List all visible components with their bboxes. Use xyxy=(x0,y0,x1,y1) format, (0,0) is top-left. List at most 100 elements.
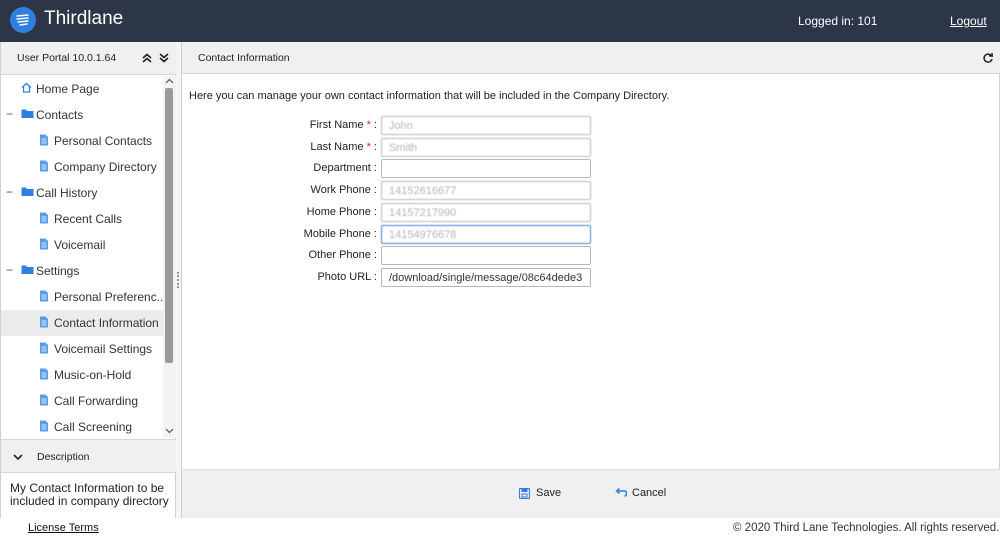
work-phone-label-text: Work Phone xyxy=(310,184,371,196)
department-label-text: Department xyxy=(313,162,371,174)
content-panel: Contact Information Here you can manage … xyxy=(181,42,1000,518)
cancel-label: Cancel xyxy=(632,487,667,499)
document-icon xyxy=(39,394,49,409)
mobile-phone-label-text: Mobile Phone xyxy=(303,228,371,240)
license-terms-link[interactable]: License Terms xyxy=(28,522,99,534)
label-colon: : xyxy=(370,206,377,218)
navigation-header: User Portal 10.0.1.64 xyxy=(1,42,176,75)
splitter-handle[interactable] xyxy=(177,272,179,288)
save-icon xyxy=(519,488,530,499)
document-icon xyxy=(39,420,49,435)
sidebar-item-label: Settings xyxy=(36,264,80,278)
logged-in-status: Logged in: 101 xyxy=(798,14,878,28)
sidebar-item-call-screening[interactable]: Call Screening xyxy=(1,414,163,438)
department-input[interactable] xyxy=(381,159,591,178)
document-icon xyxy=(39,290,49,305)
copyright-text: © 2020 Third Lane Technologies. All righ… xyxy=(733,522,1000,534)
scroll-up-arrow-icon[interactable] xyxy=(165,77,174,86)
chevron-down-icon[interactable] xyxy=(12,451,24,463)
last-name-label-text: Last Name xyxy=(310,141,364,153)
sidebar-item-label: Contacts xyxy=(36,108,84,122)
sidebar-item-label: Call Screening xyxy=(54,420,133,434)
folder-icon xyxy=(21,108,34,122)
logout-link[interactable]: Logout xyxy=(950,14,987,28)
sidebar-item-personal-preferenc[interactable]: Personal Preferenc... xyxy=(1,284,163,310)
photo-url-input[interactable] xyxy=(381,268,591,287)
sidebar-item-label: Personal Preferenc... xyxy=(54,290,163,304)
home-icon xyxy=(21,82,32,96)
folder-icon xyxy=(21,264,34,278)
sidebar-item-call-history[interactable]: − Call History xyxy=(1,180,163,206)
portal-version-title: User Portal 10.0.1.64 xyxy=(17,52,117,64)
label-colon: : xyxy=(370,184,377,196)
intro-text: Here you can manage your own contact inf… xyxy=(189,90,670,102)
label-colon: : xyxy=(370,271,377,283)
document-icon xyxy=(39,134,49,149)
sidebar-item-label: Call History xyxy=(36,186,98,200)
sidebar-item-music-on-hold[interactable]: Music-on-Hold xyxy=(1,362,163,388)
home-phone-label: Home Phone : xyxy=(187,206,377,218)
label-colon: : xyxy=(370,119,377,131)
navigation-panel: User Portal 10.0.1.64 Home Page − Contacts… xyxy=(0,42,176,518)
sidebar-item-label: Company Directory xyxy=(54,160,157,174)
navigation-scrollbar[interactable] xyxy=(163,76,176,438)
last-name-label: Last Name * : xyxy=(187,141,377,153)
sidebar-item-label: Home Page xyxy=(36,82,100,96)
sidebar-item-call-forwarding[interactable]: Call Forwarding xyxy=(1,388,163,414)
sidebar-item-label: Music-on-Hold xyxy=(54,368,132,382)
sidebar-item-settings[interactable]: − Settings xyxy=(1,258,163,284)
document-icon xyxy=(39,316,49,331)
sidebar-item-recent-calls[interactable]: Recent Calls xyxy=(1,206,163,232)
brand-name: Thirdlane xyxy=(44,8,124,29)
label-colon: : xyxy=(370,228,377,240)
page-title: Contact Information xyxy=(198,52,290,64)
double-chevron-down-icon[interactable] xyxy=(157,51,171,65)
photo-url-label-text: Photo URL xyxy=(317,271,371,283)
description-title: Description xyxy=(37,451,90,463)
sidebar-item-label: Contact Information xyxy=(54,316,159,330)
home-phone-input[interactable] xyxy=(381,203,591,222)
work-phone-label: Work Phone : xyxy=(187,184,377,196)
collapse-toggle-icon[interactable]: − xyxy=(6,107,13,121)
scrollbar-thumb[interactable] xyxy=(165,88,173,363)
required-marker: * xyxy=(363,119,371,131)
form-action-bar: Save Cancel xyxy=(182,469,1000,518)
other-phone-label-text: Other Phone xyxy=(308,249,371,261)
sidebar-item-company-directory[interactable]: Company Directory xyxy=(1,154,163,180)
sidebar-item-label: Recent Calls xyxy=(54,212,123,226)
sidebar-item-label: Call Forwarding xyxy=(54,394,139,408)
home-phone-label-text: Home Phone xyxy=(306,206,371,218)
collapse-toggle-icon[interactable]: − xyxy=(6,263,13,277)
document-icon xyxy=(39,212,49,227)
document-icon xyxy=(39,368,49,383)
double-chevron-up-icon[interactable] xyxy=(140,51,154,65)
folder-icon xyxy=(21,186,34,200)
navigation-tree: Home Page − Contacts Personal Contacts Compa… xyxy=(1,76,163,438)
first-name-input[interactable] xyxy=(381,116,591,135)
other-phone-input[interactable] xyxy=(381,246,591,265)
sidebar-item-contacts[interactable]: − Contacts xyxy=(1,102,163,128)
department-label: Department : xyxy=(187,162,377,174)
sidebar-item-label: Personal Contacts xyxy=(54,134,153,148)
sidebar-item-voicemail-settings[interactable]: Voicemail Settings xyxy=(1,336,163,362)
other-phone-label: Other Phone : xyxy=(187,249,378,261)
label-colon: : xyxy=(370,141,377,153)
sidebar-item-voicemail[interactable]: Voicemail xyxy=(1,232,163,258)
scroll-down-arrow-icon[interactable] xyxy=(165,426,174,435)
description-text: My Contact Information to be included in… xyxy=(10,481,169,508)
collapse-toggle-icon[interactable]: − xyxy=(6,185,13,199)
logo-lines-icon xyxy=(16,14,29,26)
description-header[interactable]: Description xyxy=(1,439,176,473)
thirdlane-logo xyxy=(10,7,36,33)
sidebar-item-home-page[interactable]: Home Page xyxy=(1,76,163,102)
save-label: Save xyxy=(536,487,562,499)
sidebar-item-personal-contacts[interactable]: Personal Contacts xyxy=(1,128,163,154)
mobile-phone-input[interactable] xyxy=(381,225,591,244)
sidebar-item-label: Voicemail Settings xyxy=(54,342,153,356)
mobile-phone-label: Mobile Phone : xyxy=(187,228,377,240)
last-name-input[interactable] xyxy=(381,138,591,157)
top-bar: Thirdlane Logged in: 101 Logout xyxy=(0,0,1000,42)
work-phone-input[interactable] xyxy=(381,181,591,200)
refresh-icon[interactable] xyxy=(982,52,994,64)
sidebar-item-contact-information[interactable]: Contact Information xyxy=(1,310,163,336)
